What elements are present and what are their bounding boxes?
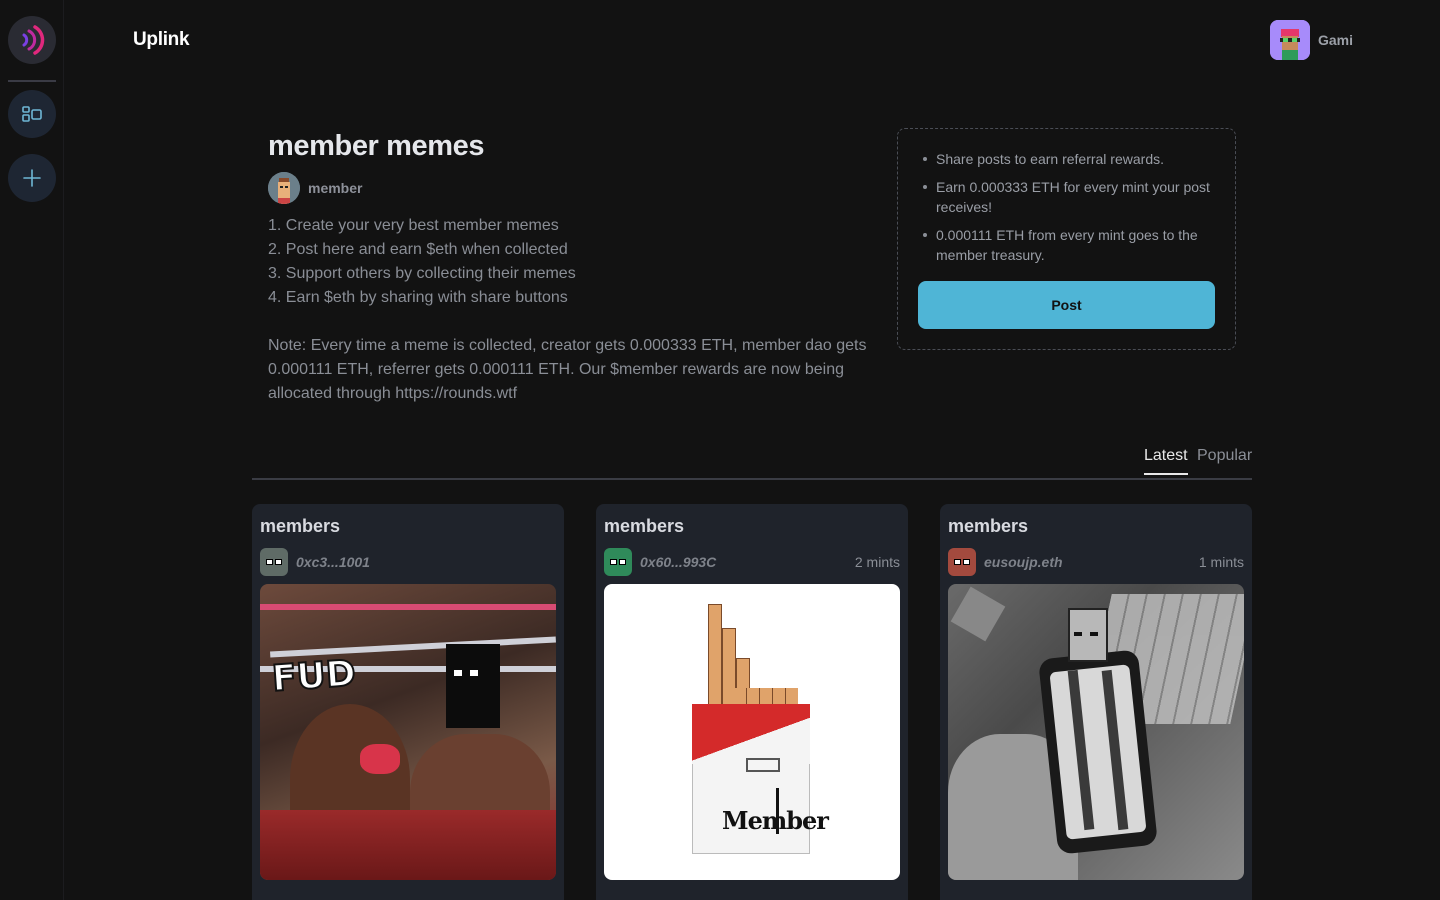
tab-latest[interactable]: Latest <box>1144 447 1188 475</box>
card-title: members <box>604 516 685 536</box>
card-media[interactable] <box>948 584 1244 880</box>
author-name: member <box>308 180 363 196</box>
submission-card[interactable]: members eusoujp.eth 1 mints <box>940 504 1252 900</box>
card-author[interactable]: eusoujp.eth <box>984 554 1063 570</box>
card-media[interactable]: Member <box>604 584 900 880</box>
user-menu[interactable]: Gami <box>1270 20 1353 60</box>
post-button[interactable]: Post <box>918 281 1215 329</box>
card-author[interactable]: 0x60...993C <box>640 554 716 570</box>
rule-3: 3. Support others by collecting their me… <box>268 265 576 282</box>
uplink-logo-icon[interactable] <box>8 16 56 64</box>
brand-name[interactable]: Uplink <box>133 29 190 51</box>
author-avatar <box>604 548 632 576</box>
meme-caption: Member <box>722 806 829 835</box>
contest-intro: member memes member 1. Create your very … <box>268 128 868 406</box>
create-contest-button[interactable] <box>8 154 56 202</box>
reward-item: Earn 0.000333 ETH for every mint your po… <box>923 177 1215 217</box>
contest-author[interactable]: member <box>268 172 868 204</box>
tab-popular[interactable]: Popular <box>1197 447 1252 465</box>
card-title: members <box>260 516 341 536</box>
author-avatar <box>948 548 976 576</box>
rule-4: 4. Earn $eth by sharing with share butto… <box>268 289 568 306</box>
rewards-panel: Share posts to earn referral rewards. Ea… <box>897 128 1236 350</box>
rule-2: 2. Post here and earn $eth when collecte… <box>268 241 568 258</box>
meme-caption: FUD <box>270 652 358 701</box>
submission-card[interactable]: members 0xc3...1001 FUD <box>252 504 564 900</box>
contest-note: Note: Every time a meme is collected, cr… <box>268 337 867 402</box>
author-avatar <box>268 172 300 204</box>
rule-1: 1. Create your very best member memes <box>268 217 559 234</box>
user-avatar <box>1270 20 1310 60</box>
sort-tabs: Latest Popular <box>252 440 1252 480</box>
gallery-icon <box>22 106 42 122</box>
card-media[interactable]: FUD <box>260 584 556 880</box>
gallery-nav-button[interactable] <box>8 90 56 138</box>
page-title: member memes <box>268 130 485 162</box>
plus-icon <box>23 169 41 187</box>
reward-item: 0.000111 ETH from every mint goes to the… <box>923 225 1215 265</box>
left-rail <box>0 0 64 900</box>
user-name: Gami <box>1318 32 1354 48</box>
mint-count: 1 mints <box>1198 554 1244 570</box>
submission-card[interactable]: members 0x60...993C 2 mints Member <box>596 504 908 900</box>
reward-item: Share posts to earn referral rewards. <box>923 149 1215 169</box>
card-author[interactable]: 0xc3...1001 <box>296 554 370 570</box>
contest-description: 1. Create your very best member memes 2.… <box>268 214 868 406</box>
card-title: members <box>948 516 1029 536</box>
rail-divider <box>8 80 56 82</box>
author-avatar <box>260 548 288 576</box>
mint-count: 2 mints <box>854 554 900 570</box>
